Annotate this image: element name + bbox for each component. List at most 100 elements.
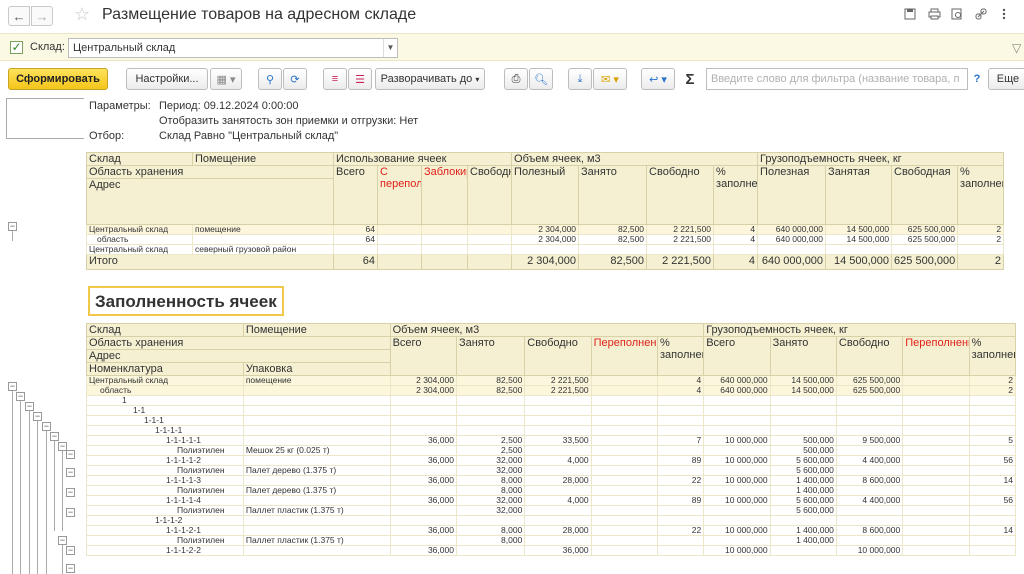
group-expand-button[interactable]: ≡ <box>323 68 347 90</box>
collapse-toggle[interactable]: − <box>50 432 59 441</box>
collapse-toggle[interactable]: − <box>66 508 75 517</box>
collapse-toggle[interactable]: − <box>66 468 75 477</box>
expand-to-button[interactable]: Разворачивать до ▾ <box>375 68 485 90</box>
table-row[interactable]: 1-1-1-2-1 36,000 8,000 28,000 22 10 000,000 1 … <box>86 525 1017 536</box>
save-icon[interactable] <box>904 8 916 20</box>
table-row[interactable]: 1-1-1-1-2 36,000 32,000 4,000 89 10 000,000 5 … <box>86 455 1017 466</box>
col2-capacity[interactable]: Грузоподъемность ячеек, кг <box>703 323 1016 337</box>
variant-button[interactable]: ▦ ▾ <box>210 68 242 90</box>
table-row[interactable]: область 64 2 304,000 82,500 2 221,500 4 640 00… <box>86 234 1005 245</box>
col-useful[interactable]: Полезный <box>511 165 580 225</box>
collapse-toggle[interactable]: − <box>66 546 75 555</box>
collapse-toggle[interactable]: − <box>8 222 17 231</box>
table-row[interactable]: 1-1-1-2 <box>86 515 1017 526</box>
preview-button[interactable]: 🔍︎ <box>529 68 553 90</box>
warehouse-checkbox[interactable]: ✓ <box>10 41 23 54</box>
group-collapse-button[interactable]: ☰ <box>348 68 372 90</box>
back-button[interactable]: ← <box>8 6 30 26</box>
col2-free[interactable]: Свободно <box>524 336 592 376</box>
col-overfilled[interactable]: С переполнением <box>377 165 422 225</box>
table-row[interactable]: Центральный склад северный грузовой район <box>86 244 1005 255</box>
collapse-toggle[interactable]: − <box>66 564 75 573</box>
col2-address[interactable]: Адрес <box>86 349 391 363</box>
warehouse-select[interactable]: Центральный склад <box>68 38 398 58</box>
col-total[interactable]: Всего <box>333 165 378 225</box>
chevron-down-icon[interactable]: ▼ <box>383 39 397 57</box>
col-room[interactable]: Помещение <box>192 152 334 166</box>
col2-nomenclature[interactable]: Номенклатура <box>86 362 244 376</box>
col2-storage-area[interactable]: Область хранения <box>86 336 391 350</box>
col-percent[interactable]: % заполнения <box>713 165 759 225</box>
table-row[interactable]: 1-1-1 <box>86 415 1017 426</box>
col-occupied[interactable]: Занято <box>578 165 648 225</box>
collapse-toggle[interactable]: − <box>25 402 34 411</box>
table-row[interactable]: 1-1 <box>86 405 1017 416</box>
generate-button[interactable]: Сформировать <box>8 68 108 90</box>
collapse-toggle[interactable]: − <box>66 450 75 459</box>
col-address[interactable]: Адрес <box>86 178 334 225</box>
forward-button[interactable]: → <box>31 6 53 26</box>
col2-cap-overfill[interactable]: Переполнение <box>902 336 970 376</box>
table-row[interactable]: 1 <box>86 395 1017 406</box>
table-row[interactable]: область 2 304,000 82,500 2 221,500 4 640 000,… <box>86 385 1017 396</box>
print-button[interactable]: ⎙ <box>504 68 528 90</box>
col-percent-cap[interactable]: % заполнения <box>957 165 1005 225</box>
col2-cap-occupied[interactable]: Занято <box>769 336 837 376</box>
table-row[interactable]: Центральный склад помещение 64 2 304,000 82,… <box>86 224 1005 235</box>
preview-icon[interactable] <box>951 8 963 20</box>
table-row[interactable]: Полиэтилен Палет дерево (1.375 т) 8,000 1 4… <box>86 485 1017 496</box>
col-cells-use[interactable]: Использование ячеек <box>332 152 513 166</box>
table-row[interactable]: Полиэтилен Паллет пластик (1.375 т) 8,000 1… <box>86 535 1017 546</box>
col-free[interactable]: Свободно <box>646 165 715 225</box>
col-free-cells[interactable]: Свободных <box>466 165 513 225</box>
col2-package[interactable]: Упаковка <box>242 362 391 376</box>
col2-occupied[interactable]: Занято <box>455 336 526 376</box>
collapse-toggle[interactable]: − <box>66 488 75 497</box>
table-row[interactable]: Центральный склад помещение 2 304,000 82,50… <box>86 375 1017 386</box>
col-warehouse[interactable]: Склад <box>86 152 193 166</box>
table-row[interactable]: Полиэтилен Палет дерево (1.375 т) 32,000 5 … <box>86 465 1017 476</box>
more-vertical-icon[interactable] <box>1002 8 1006 20</box>
help-button[interactable]: ? <box>970 68 984 90</box>
col2-total[interactable]: Всего <box>389 336 457 376</box>
col-storage-area[interactable]: Область хранения <box>86 165 334 179</box>
table-row[interactable]: 1-1-1-1 <box>86 425 1017 436</box>
settings-button[interactable]: Настройки... <box>126 68 208 90</box>
collapse-toggle[interactable]: − <box>42 422 51 431</box>
more-button[interactable]: Еще <box>988 68 1024 90</box>
table-row[interactable]: 1-1-1-1-1 36,000 2,500 33,500 7 10 000,000 500… <box>86 435 1017 446</box>
col2-volume[interactable]: Объем ячеек, м3 <box>389 323 705 337</box>
col-free-cap[interactable]: Свободная <box>891 165 959 225</box>
sum-button[interactable]: Σ <box>680 68 700 90</box>
favorite-star-icon[interactable]: ☆ <box>74 4 90 25</box>
col-occupied-cap[interactable]: Занятая <box>825 165 893 225</box>
col-blocked[interactable]: Заблокировано <box>421 165 468 225</box>
send-mail-button[interactable]: ✉ ▾ <box>593 68 627 90</box>
col2-overfill[interactable]: Переполнение <box>590 336 658 376</box>
col2-cap-free[interactable]: Свободно <box>835 336 904 376</box>
col-volume[interactable]: Объем ячеек, м3 <box>511 152 759 166</box>
navigate-button[interactable]: ↩ ▾ <box>641 68 675 90</box>
col-useful-cap[interactable]: Полезная <box>757 165 827 225</box>
table-row[interactable]: Полиэтилен Паллет пластик (1.375 т) 32,000… <box>86 505 1017 516</box>
save-file-button[interactable]: ⤓ <box>568 68 592 90</box>
search-replace-button[interactable]: ⟳ <box>283 68 307 90</box>
report-filter-input[interactable]: Введите слово для фильтра (название това… <box>706 68 968 90</box>
col2-percent[interactable]: % заполнения <box>656 336 705 376</box>
collapse-toggle[interactable]: − <box>16 392 25 401</box>
print-icon[interactable] <box>928 8 941 20</box>
col2-warehouse[interactable]: Склад <box>86 323 244 337</box>
col2-cap-total[interactable]: Всего <box>703 336 771 376</box>
col2-room[interactable]: Помещение <box>242 323 391 337</box>
link-icon[interactable] <box>975 8 987 20</box>
table-row[interactable]: 1-1-1-1-3 36,000 8,000 28,000 22 10 000,000 1 … <box>86 475 1017 486</box>
search-button[interactable]: ⚲ <box>258 68 282 90</box>
filter-icon[interactable]: ▽ <box>1012 41 1021 55</box>
collapse-toggle[interactable]: − <box>58 536 67 545</box>
col2-cap-percent[interactable]: % заполнения <box>968 336 1017 376</box>
table-row[interactable]: 1-1-1-2-2 36,000 36,000 10 000,000 10 000,00… <box>86 545 1017 556</box>
table-row[interactable]: 1-1-1-1-4 36,000 32,000 4,000 89 10 000,000 5 … <box>86 495 1017 506</box>
collapse-toggle[interactable]: − <box>8 382 17 391</box>
collapse-toggle[interactable]: − <box>33 412 42 421</box>
table-row[interactable]: Полиэтилен Мешок 25 кг (0.025 т) 2,500 500,… <box>86 445 1017 456</box>
